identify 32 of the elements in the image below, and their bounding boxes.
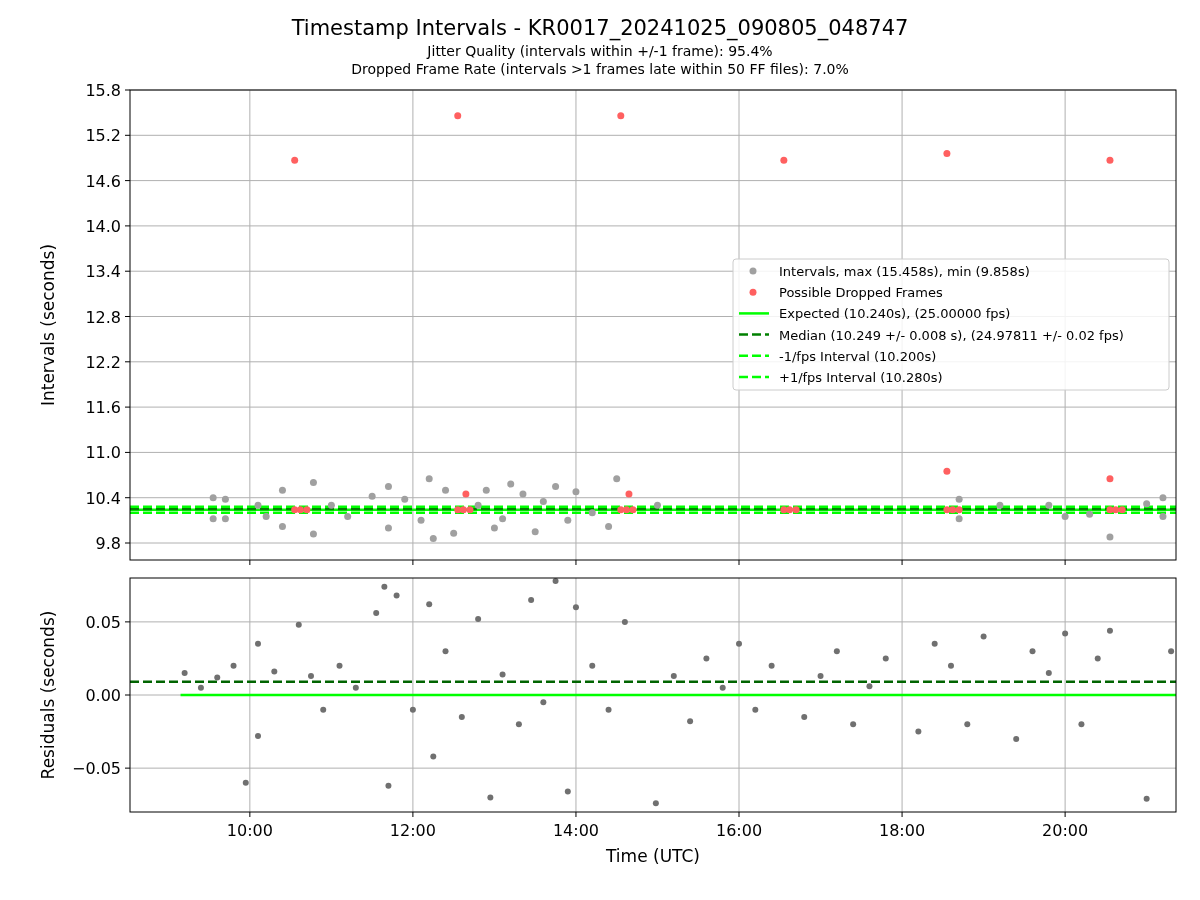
axis-tick-label: 0.00 [85,686,121,705]
axis-tick-label: 9.8 [95,534,121,553]
axis-tick-label: 10.4 [85,488,121,508]
axis-tick-label: 0.05 [85,612,121,632]
axis-tick-label: 14:00 [552,821,599,840]
axis-title: Time (UTC) [606,846,700,866]
axis-tick-label: 11.0 [85,443,121,463]
axis-tick-label: 12.2 [85,352,121,372]
axis-tick-label: 14.0 [85,216,121,236]
axis-title: Intervals (seconds) [38,243,58,407]
legend-label: +1/fps Interval (10.280s) [779,370,943,385]
legend-label: Possible Dropped Frames [779,285,943,301]
legend-label: Median (10.249 +/- 0.008 s), (24.97811 +/- 0.02 fps) [779,327,1124,343]
axis-tick-label: 11.6 [85,398,121,418]
axis-tick-label: 15.2 [85,126,121,146]
axis-tick-label: 12.8 [85,307,121,327]
legend-label: Expected (10.240s), (25.00000 fps) [779,306,1011,322]
axis-tick-label: 14.6 [85,171,121,191]
axis-tick-label: 10:00 [226,821,273,840]
axis-tick-label: 15.8 [85,81,121,100]
figure-subtitle: Jitter Quality (intervals within +/-1 frame): 95.4% [427,42,773,60]
figure-title: Timestamp Intervals - KR0017_20241025_090805_048747 [291,15,909,42]
legend-label: Intervals, max (15.458s), min (9.858s) [779,264,1030,279]
axis-tick-label: 16:00 [715,821,763,840]
legend-label: -1/fps Interval (10.200s) [779,348,937,364]
axis-tick-label: 13.4 [85,262,121,282]
figure-subtitle: Dropped Frame Rate (intervals >1 frames late within 50 FF files): 7.0% [351,60,849,78]
axis-tick-label: 18:00 [879,821,926,840]
axis-title: Residuals (seconds) [38,610,58,780]
axis-tick-label: −0.05 [71,759,121,779]
axis-tick-label: 20:00 [1042,821,1089,840]
axis-tick-label: 12:00 [389,821,436,840]
